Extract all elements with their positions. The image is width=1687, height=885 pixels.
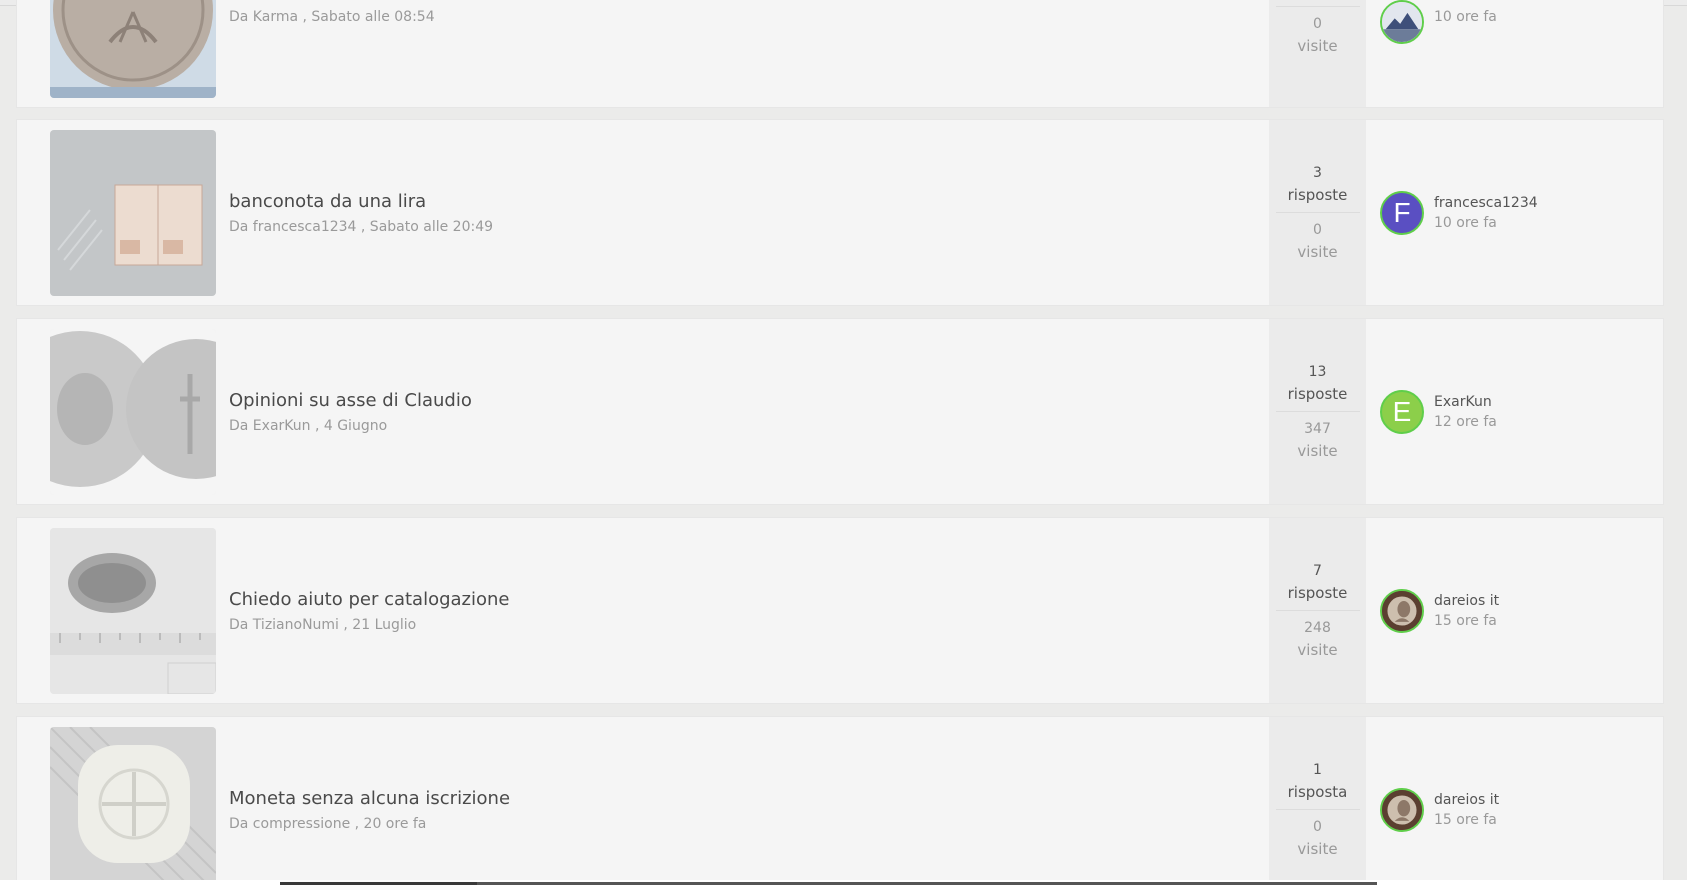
views-label: visite xyxy=(1297,243,1338,261)
last-post: dareios it 15 ore fa xyxy=(1380,717,1499,885)
landscape-avatar-icon xyxy=(1382,2,1422,42)
views-count: 347 xyxy=(1304,421,1331,437)
last-post-user[interactable]: ExarKun xyxy=(1434,392,1497,412)
views-stat: 0 visite xyxy=(1276,213,1360,269)
topic-row[interactable]: Opinioni su asse di Claudio Da ExarKun ,… xyxy=(16,318,1664,505)
last-post-time: 10 ore fa xyxy=(1434,9,1497,25)
avatar-letter: E xyxy=(1392,395,1412,427)
coin-photo-icon[interactable] xyxy=(50,0,216,98)
coin-with-ruler-photo-icon xyxy=(50,528,216,694)
last-post-time: 15 ore fa xyxy=(1434,612,1497,629)
views-count: 0 xyxy=(1313,819,1322,835)
topic-meta: Da ExarKun , 4 Giugno xyxy=(229,418,388,434)
last-post-time: 12 ore fa xyxy=(1434,413,1497,430)
last-post: 10 ore fa xyxy=(1380,0,1497,107)
views-stat: 248 visite xyxy=(1276,611,1360,667)
portrait-avatar-icon[interactable] xyxy=(1380,588,1424,633)
topic-title[interactable]: banconota da una lira xyxy=(229,190,493,214)
replies-count: 13 xyxy=(1308,364,1327,380)
views-label: visite xyxy=(1297,442,1338,460)
square-coin-photo-icon[interactable] xyxy=(50,727,216,885)
portrait-avatar-icon[interactable] xyxy=(1380,787,1424,832)
topic-row[interactable]: Da Karma , Sabato alle 08:54 0 visite 10… xyxy=(16,0,1664,108)
views-label: visite xyxy=(1297,36,1338,55)
last-post-time: 15 ore fa xyxy=(1434,811,1497,828)
topic-row[interactable]: Chiedo aiuto per catalogazione Da Tizian… xyxy=(16,517,1664,704)
last-post-user[interactable]: dareios it xyxy=(1434,790,1499,810)
horizontal-scrollbar[interactable] xyxy=(0,880,1687,885)
replies-label: risposte xyxy=(1287,385,1348,403)
topic-meta: Da TizianoNumi , 21 Luglio xyxy=(229,617,417,633)
views-count: 0 xyxy=(1313,222,1322,238)
replies-label: risposte xyxy=(1287,584,1348,602)
last-post: dareios it 15 ore fa xyxy=(1380,518,1499,703)
topic-stats: 3 risposte 0 visite xyxy=(1269,120,1366,305)
topic-meta: Da Karma , Sabato alle 08:54 xyxy=(229,9,435,25)
replies-label: risposte xyxy=(1287,186,1348,204)
banknote-photo-icon xyxy=(50,130,216,296)
views-stat: 347 visite xyxy=(1276,412,1360,468)
views-count: 248 xyxy=(1304,620,1331,636)
replies-count: 3 xyxy=(1313,165,1322,181)
replies-stat: 3 risposte xyxy=(1275,156,1360,213)
replies-stat: 13 risposte xyxy=(1275,355,1360,412)
replies-label: risposta xyxy=(1287,783,1348,801)
portrait-avatar-icon xyxy=(1382,590,1422,631)
coin-photo-icon xyxy=(50,0,216,98)
avatar-letter: F xyxy=(1393,196,1411,228)
views-count: 0 xyxy=(1313,15,1322,32)
topic-title[interactable]: Opinioni su asse di Claudio xyxy=(229,389,472,413)
avatar[interactable]: E xyxy=(1380,389,1424,434)
last-post-user[interactable]: dareios it xyxy=(1434,591,1499,611)
replies-count: 1 xyxy=(1313,762,1322,778)
portrait-avatar-icon xyxy=(1382,789,1422,830)
views-label: visite xyxy=(1297,641,1338,659)
landscape-avatar-icon[interactable] xyxy=(1380,0,1424,44)
last-post: F francesca1234 10 ore fa xyxy=(1380,120,1538,305)
views-label: visite xyxy=(1297,840,1338,858)
topic-stats: 7 risposte 248 visite xyxy=(1269,518,1366,703)
views-stat: 0 visite xyxy=(1276,7,1360,63)
topic-stats: 0 visite xyxy=(1269,0,1366,107)
topic-title[interactable]: Chiedo aiuto per catalogazione xyxy=(229,588,510,612)
replies-stat: 7 risposte xyxy=(1275,554,1360,611)
topic-meta: Da compressione , 20 ore fa xyxy=(229,816,427,832)
topic-row[interactable]: Moneta senza alcuna iscrizione Da compre… xyxy=(16,716,1664,885)
square-coin-photo-icon xyxy=(50,727,216,885)
replies-count: 7 xyxy=(1313,563,1322,579)
avatar[interactable]: F xyxy=(1380,190,1424,235)
last-post-user[interactable]: francesca1234 xyxy=(1434,193,1538,213)
topic-meta: Da francesca1234 , Sabato alle 20:49 xyxy=(229,219,494,235)
banknote-photo-icon[interactable] xyxy=(50,130,216,296)
last-post-time: 10 ore fa xyxy=(1434,214,1497,231)
roman-coin-photo-icon xyxy=(50,329,216,495)
topic-row[interactable]: banconota da una lira Da francesca1234 ,… xyxy=(16,119,1664,306)
topic-stats: 1 risposta 0 visite xyxy=(1269,717,1366,885)
topic-title[interactable]: Moneta senza alcuna iscrizione xyxy=(229,787,510,811)
roman-coin-photo-icon[interactable] xyxy=(50,329,216,495)
coin-with-ruler-photo-icon[interactable] xyxy=(50,528,216,694)
views-stat: 0 visite xyxy=(1276,810,1360,866)
replies-stat: 1 risposta xyxy=(1275,753,1360,810)
topic-stats: 13 risposte 347 visite xyxy=(1269,319,1366,504)
last-post: E ExarKun 12 ore fa xyxy=(1380,319,1497,504)
